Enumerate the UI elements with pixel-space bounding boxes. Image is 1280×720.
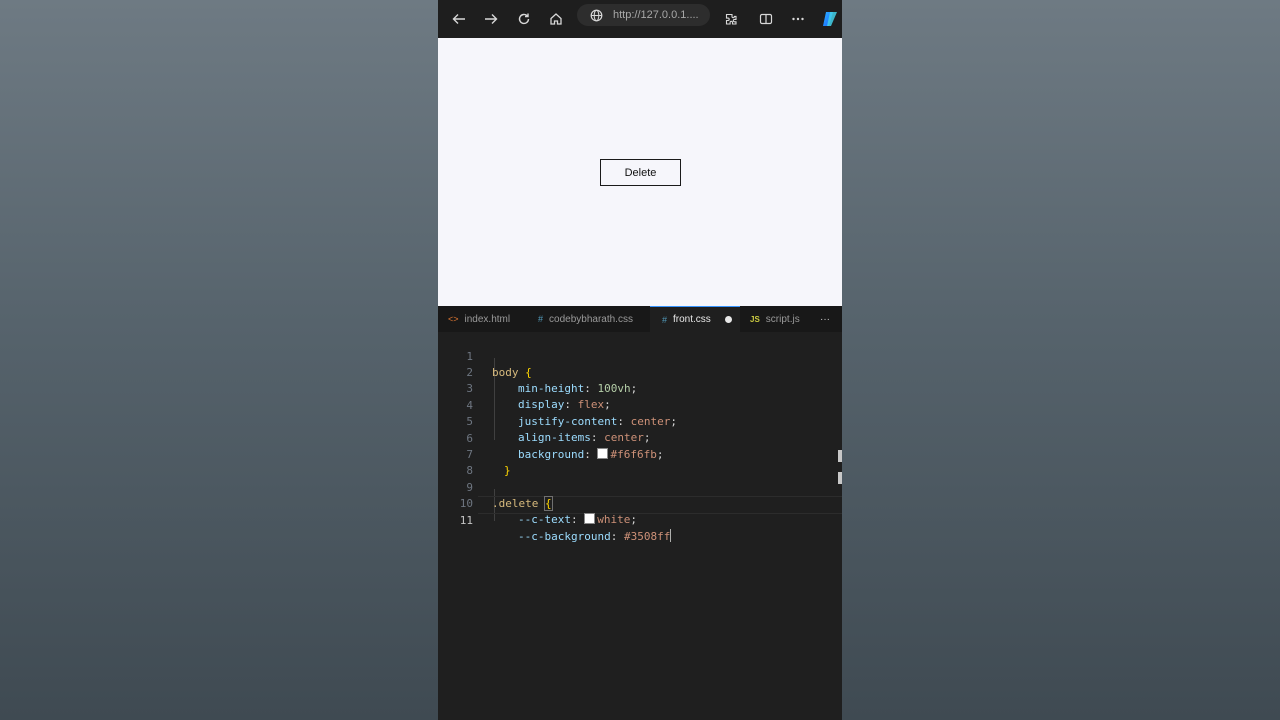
tab-more-icon[interactable]: ···	[820, 306, 838, 332]
css-value: #3508ff	[623, 530, 671, 543]
code-line: 5 align-items: center;	[438, 398, 842, 444]
unsaved-dot-icon[interactable]	[725, 316, 732, 323]
tab-label: codebybharath.css	[549, 313, 633, 325]
delete-button[interactable]: Delete	[600, 159, 681, 186]
code-line: 1 body {	[438, 333, 842, 379]
forward-icon[interactable]	[477, 5, 505, 33]
code-line: 2 min-height: 100vh;	[438, 349, 842, 395]
tab-label: front.css	[673, 314, 711, 325]
css-file-icon: #	[662, 314, 668, 325]
tab-label: script.js	[765, 313, 800, 325]
copilot-icon[interactable]	[816, 5, 842, 33]
code-line: 4 justify-content: center;	[438, 382, 842, 428]
css-property: --c-text	[518, 513, 571, 526]
screen-frame: http://127.0.0.1.... Delete <> index.htm…	[438, 0, 842, 720]
css-file-icon: #	[538, 314, 544, 324]
browser-toolbar: http://127.0.0.1....	[438, 0, 842, 38]
tab-script-js[interactable]: JS script.js	[740, 306, 810, 332]
editor-tab-bar: <> index.html # codebybharath.css # fron…	[438, 306, 842, 332]
css-value: white	[597, 513, 631, 526]
js-file-icon: JS	[750, 314, 760, 324]
split-view-icon[interactable]	[752, 5, 780, 33]
code-area[interactable]: 1 body { 2 min-height: 100vh; 3 display:…	[438, 332, 842, 720]
color-swatch-icon[interactable]	[584, 513, 596, 524]
code-line: 3 display: flex;	[438, 365, 842, 411]
home-icon[interactable]	[542, 5, 570, 33]
tab-index-html[interactable]: <> index.html	[438, 306, 528, 332]
web-page-viewport: Delete	[438, 38, 842, 306]
refresh-icon[interactable]	[510, 5, 538, 33]
address-bar[interactable]: http://127.0.0.1....	[577, 4, 710, 26]
url-text: http://127.0.0.1....	[613, 9, 699, 21]
css-property: --c-background	[518, 530, 611, 543]
tab-front-css[interactable]: # front.css	[650, 306, 740, 332]
html-file-icon: <>	[448, 314, 459, 324]
extensions-icon[interactable]	[717, 5, 745, 33]
code-line: 8	[438, 447, 842, 477]
globe-icon	[582, 1, 610, 29]
code-line: 6 background: #f6f6fb;	[438, 415, 842, 461]
tab-codebybharath-css[interactable]: # codebybharath.css	[528, 306, 650, 332]
text-cursor	[670, 529, 672, 542]
tab-label: index.html	[464, 313, 511, 325]
line-number: 11	[459, 514, 473, 527]
code-line: 9 .delete {	[438, 464, 842, 511]
back-icon[interactable]	[445, 5, 473, 33]
code-editor: <> index.html # codebybharath.css # fron…	[438, 306, 842, 720]
more-icon[interactable]	[784, 5, 812, 33]
code-line: 11 --c-background: #3508ff	[438, 497, 842, 543]
code-line: 7 }	[438, 431, 842, 477]
scrollbar-marks[interactable]	[838, 450, 842, 484]
code-line: 10 --c-text: white;	[438, 480, 842, 526]
